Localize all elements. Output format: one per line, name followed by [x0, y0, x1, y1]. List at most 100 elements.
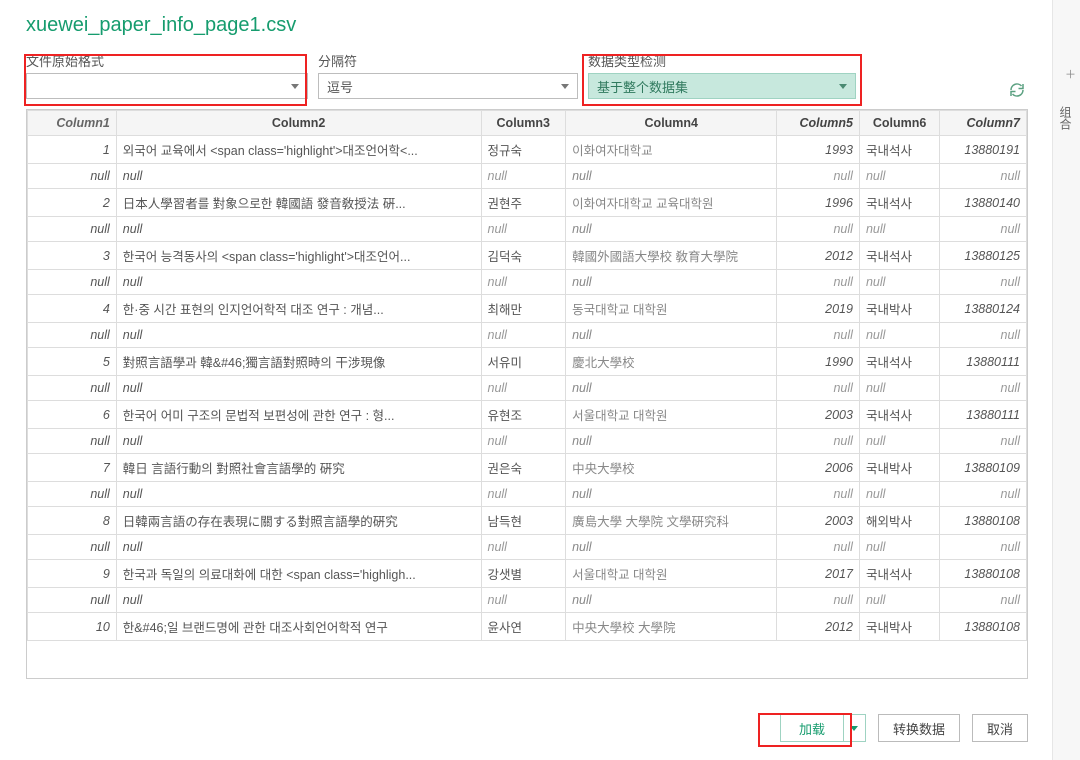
cell: null	[859, 376, 939, 401]
cell: 국내박사	[859, 454, 939, 482]
cell: 5	[28, 348, 117, 376]
table-row[interactable]: nullnullnullnullnullnullnull	[28, 323, 1027, 348]
col-header[interactable]: Column5	[777, 111, 859, 136]
cell: null	[859, 164, 939, 189]
cell: null	[28, 376, 117, 401]
cell: null	[940, 323, 1027, 348]
load-button[interactable]: 加载	[780, 714, 844, 742]
preview-table: Column1 Column2 Column3 Column4 Column5 …	[27, 110, 1027, 641]
table-row[interactable]: 5對照言語學과 韓&#46;獨言語對照時의 干涉現像서유미慶北大學校1990국내…	[28, 348, 1027, 376]
cell: null	[859, 217, 939, 242]
cell: null	[777, 323, 859, 348]
cell: null	[481, 217, 566, 242]
cell: null	[116, 482, 481, 507]
table-row[interactable]: 3한국어 능격동사의 <span class='highlight'>대조언어.…	[28, 242, 1027, 270]
table-row[interactable]: 4한·중 시간 표현의 인지언어학적 대조 연구 : 개념...최해만동국대학교…	[28, 295, 1027, 323]
cell: null	[481, 270, 566, 295]
cell: null	[28, 270, 117, 295]
cell: 中央大學校 大學院	[566, 613, 777, 641]
cell: null	[28, 217, 117, 242]
cell: 외국어 교육에서 <span class='highlight'>대조언어학<.…	[116, 136, 481, 164]
cell: 국내석사	[859, 189, 939, 217]
cell: 13880108	[940, 560, 1027, 588]
table-row[interactable]: 8日韓兩言語の存在表現に關する對照言語學的硏究남득현廣島大學 大學院 文學硏究科…	[28, 507, 1027, 535]
cell: 13880108	[940, 613, 1027, 641]
table-row[interactable]: nullnullnullnullnullnullnull	[28, 217, 1027, 242]
col-header[interactable]: Column7	[940, 111, 1027, 136]
cell: 2012	[777, 613, 859, 641]
cell: 1996	[777, 189, 859, 217]
cell: null	[116, 270, 481, 295]
cell: null	[940, 217, 1027, 242]
table-row[interactable]: 2日本人學習者를 對象으로한 韓國語 發音敎授法 硏...권현주이화여자대학교 …	[28, 189, 1027, 217]
delimiter-combo[interactable]: 逗号	[318, 73, 578, 99]
transform-button[interactable]: 转换数据	[878, 714, 960, 742]
cell: null	[566, 376, 777, 401]
table-row[interactable]: 6한국어 어미 구조의 문법적 보편성에 관한 연구 : 형...유현조서울대학…	[28, 401, 1027, 429]
preview-grid[interactable]: Column1 Column2 Column3 Column4 Column5 …	[26, 109, 1028, 679]
cell: 4	[28, 295, 117, 323]
cell: 慶北大學校	[566, 348, 777, 376]
cell: null	[481, 482, 566, 507]
table-row[interactable]: nullnullnullnullnullnullnull	[28, 164, 1027, 189]
table-row[interactable]: 7韓日 言語行動의 對照社會言語學的 硏究권은숙中央大學校2006국내박사138…	[28, 454, 1027, 482]
cancel-button[interactable]: 取消	[972, 714, 1028, 742]
cell: null	[566, 217, 777, 242]
cell: null	[28, 535, 117, 560]
cell: null	[940, 164, 1027, 189]
cell: 해외박사	[859, 507, 939, 535]
right-edge-strip: ＋ 组合	[1052, 0, 1080, 760]
refresh-icon[interactable]	[1008, 81, 1026, 99]
options-row: 文件原始格式 分隔符 逗号 数据类型检测 基于整个数据集	[26, 51, 1028, 99]
cell: null	[940, 588, 1027, 613]
table-row[interactable]: nullnullnullnullnullnullnull	[28, 270, 1027, 295]
table-row[interactable]: nullnullnullnullnullnullnull	[28, 376, 1027, 401]
cell: 한&#46;일 브랜드명에 관한 대조사회언어학적 연구	[116, 613, 481, 641]
cell: 강샛별	[481, 560, 566, 588]
cell: null	[777, 217, 859, 242]
cell: null	[481, 535, 566, 560]
cell: 서유미	[481, 348, 566, 376]
cell: 서울대학교 대학원	[566, 560, 777, 588]
datatype-group: 数据类型检测 基于整个数据集	[588, 51, 856, 99]
table-row[interactable]: 9한국과 독일의 의료대화에 대한 <span class='highligh.…	[28, 560, 1027, 588]
cell: null	[859, 482, 939, 507]
table-row[interactable]: 1외국어 교육에서 <span class='highlight'>대조언어학<…	[28, 136, 1027, 164]
cell: 국내박사	[859, 295, 939, 323]
cell: 윤사연	[481, 613, 566, 641]
header-row: Column1 Column2 Column3 Column4 Column5 …	[28, 111, 1027, 136]
table-row[interactable]: nullnullnullnullnullnullnull	[28, 588, 1027, 613]
col-header[interactable]: Column4	[566, 111, 777, 136]
dialog-title: xuewei_paper_info_page1.csv	[26, 14, 1028, 37]
cell: 韓日 言語行動의 對照社會言語學的 硏究	[116, 454, 481, 482]
cell: null	[940, 429, 1027, 454]
side-label: 组合	[1057, 106, 1074, 130]
col-header[interactable]: Column2	[116, 111, 481, 136]
cell: null	[481, 323, 566, 348]
load-dropdown-button[interactable]	[844, 714, 866, 742]
cell: null	[481, 588, 566, 613]
file-origin-combo[interactable]	[26, 73, 308, 99]
col-header[interactable]: Column3	[481, 111, 566, 136]
cell: 對照言語學과 韓&#46;獨言語對照時의 干涉現像	[116, 348, 481, 376]
table-row[interactable]: nullnullnullnullnullnullnull	[28, 535, 1027, 560]
delimiter-value: 逗号	[327, 77, 353, 96]
table-row[interactable]: 10한&#46;일 브랜드명에 관한 대조사회언어학적 연구윤사연中央大學校 大…	[28, 613, 1027, 641]
cell: 日本人學習者를 對象으로한 韓國語 發音敎授法 硏...	[116, 189, 481, 217]
cell: null	[116, 429, 481, 454]
datatype-value: 基于整个数据集	[597, 77, 688, 96]
cell: 한국과 독일의 의료대화에 대한 <span class='highligh..…	[116, 560, 481, 588]
datatype-combo[interactable]: 基于整个数据集	[588, 73, 856, 99]
cell: null	[566, 535, 777, 560]
cell: null	[28, 164, 117, 189]
cell: 권은숙	[481, 454, 566, 482]
cell: null	[28, 429, 117, 454]
col-header[interactable]: Column1	[28, 111, 117, 136]
col-header[interactable]: Column6	[859, 111, 939, 136]
cell: 김덕숙	[481, 242, 566, 270]
cell: null	[940, 482, 1027, 507]
table-row[interactable]: nullnullnullnullnullnullnull	[28, 429, 1027, 454]
cell: 13880109	[940, 454, 1027, 482]
cell: null	[777, 588, 859, 613]
table-row[interactable]: nullnullnullnullnullnullnull	[28, 482, 1027, 507]
